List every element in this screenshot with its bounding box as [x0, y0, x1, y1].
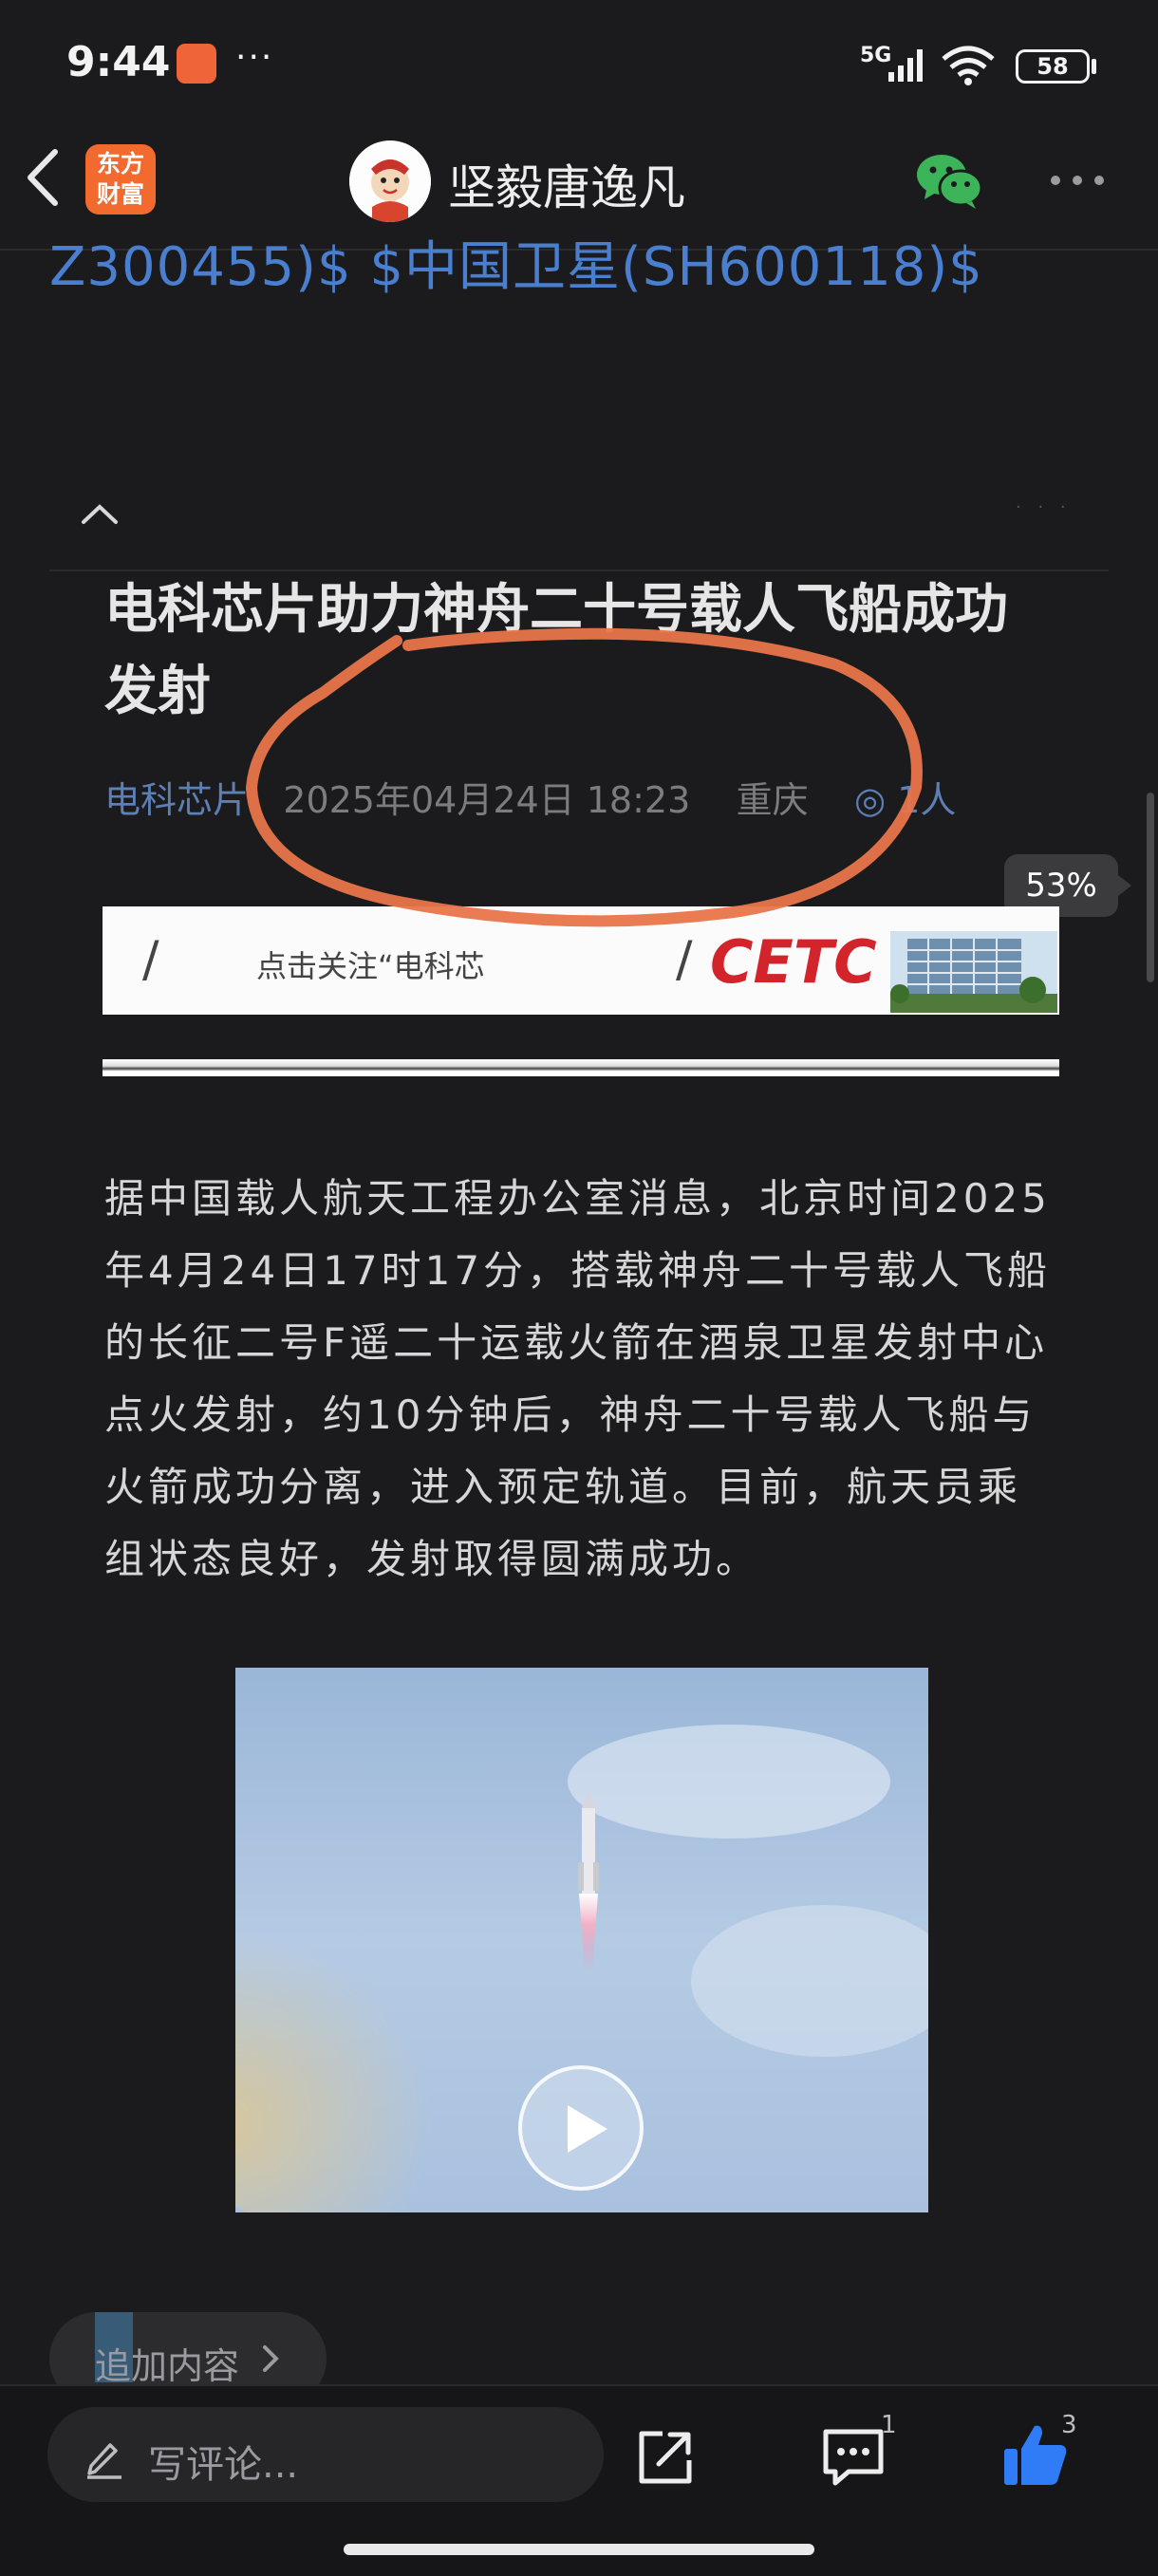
like-count: 3 — [1061, 2411, 1077, 2439]
scrollbar-thumb[interactable] — [1147, 793, 1154, 982]
signal-icon — [888, 49, 923, 82]
comment-icon[interactable] — [820, 2426, 887, 2489]
cetc-banner-image[interactable]: / 点击关注“电科芯 / CETC — [103, 906, 1059, 1015]
comment-placeholder: 写评论... — [148, 2443, 299, 2487]
banner-slash: / — [142, 931, 159, 988]
wifi-icon — [942, 46, 995, 85]
cetc-logo: CETC — [710, 927, 877, 997]
building-photo — [890, 931, 1057, 1013]
battery-indicator: 58 — [1016, 49, 1090, 84]
readers-count-label: 1人 — [897, 779, 957, 821]
stock-tags-link[interactable]: Z300455)$ $中国卫星(SH600118)$ — [49, 224, 983, 301]
pen-icon — [87, 2443, 121, 2479]
home-indicator[interactable] — [344, 2544, 814, 2555]
battery-tip — [1092, 59, 1096, 74]
banner-divider-image — [103, 1059, 1059, 1076]
article-source-link[interactable]: 电科芯片 — [104, 779, 249, 821]
banner-follow-text: 点击关注“电科芯 — [256, 948, 485, 984]
more-options-icon[interactable] — [1048, 171, 1107, 190]
comment-count: 1 — [881, 2411, 897, 2439]
article-title: 电科芯片助力神舟二十号载人飞船成功发射 — [104, 579, 1008, 722]
thumbs-up-icon[interactable] — [1000, 2420, 1071, 2491]
article-date: 2025年04月24日 18:23 — [283, 779, 691, 821]
article-location: 重庆 — [736, 779, 809, 821]
app-logo[interactable]: 东方财富 — [85, 144, 156, 215]
play-button[interactable] — [518, 2065, 644, 2191]
status-time: 9:44 — [66, 38, 171, 86]
banner-slash: / — [676, 931, 693, 988]
status-more-indicator: ··· — [235, 38, 274, 77]
append-content-label: 追加内容 — [95, 2345, 240, 2387]
article-meta: 电科芯片 2025年04月24日 18:23 重庆 ◎ 1人 — [104, 771, 956, 823]
comment-input[interactable] — [47, 2407, 604, 2502]
eye-icon: ◎ — [853, 779, 887, 821]
back-button[interactable] — [21, 144, 68, 211]
collapse-chevron-icon[interactable] — [78, 501, 121, 528]
article-body-text: 据中国载人航天工程办公室消息，北京时间2025年4月24日17时17分，搭载神舟… — [104, 1175, 1052, 1582]
readers-count: ◎ 1人 — [854, 779, 956, 821]
play-icon — [568, 2105, 607, 2153]
wechat-share-icon[interactable] — [915, 152, 983, 211]
notification-app-icon — [177, 44, 216, 84]
collapse-dots: · · · — [1016, 497, 1072, 517]
chevron-right-icon — [263, 2345, 279, 2372]
nav-title: 坚毅唐逸凡 — [448, 160, 685, 215]
avatar-icon — [349, 140, 431, 222]
share-icon[interactable] — [634, 2426, 697, 2489]
avatar[interactable] — [349, 140, 431, 222]
